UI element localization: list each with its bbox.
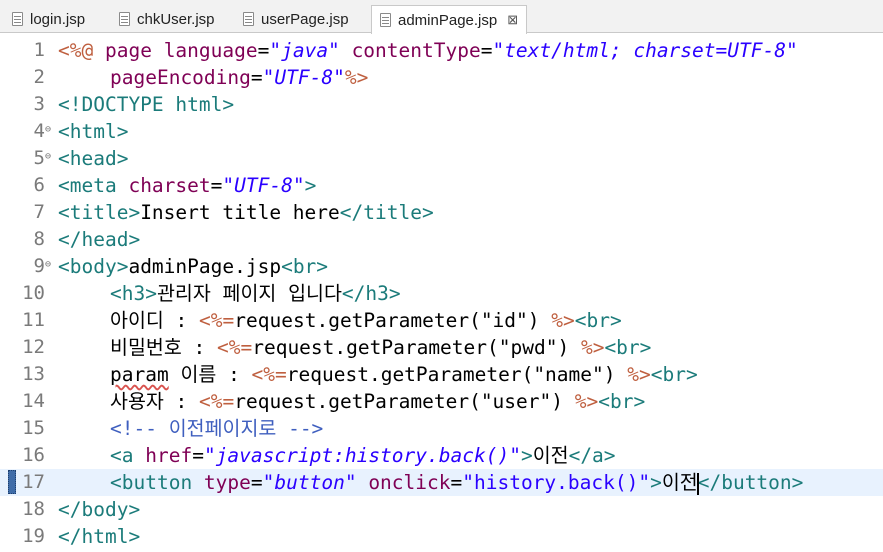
code-line: 12 비밀번호 : <%=request.getParameter("pwd")… — [0, 334, 883, 361]
code-text: <html> — [58, 120, 129, 143]
tab-label: userPage.jsp — [261, 10, 349, 28]
code-line: 2 pageEncoding="UTF-8"%> — [0, 64, 883, 91]
code-line: 6 <meta charset="UTF-8"> — [0, 172, 883, 199]
code-editor[interactable]: 1 <%@ page language="java" contentType="… — [0, 34, 883, 552]
fold-collapse-icon[interactable]: ⊖ — [45, 260, 51, 270]
code-line: 8 </head> — [0, 226, 883, 253]
line-number: 6 — [33, 174, 45, 196]
jsp-file-icon — [119, 12, 130, 26]
spelling-warning: param — [110, 363, 169, 386]
code-text: pageEncoding="UTF-8"%> — [110, 66, 369, 89]
code-line: 14 사용자 : <%=request.getParameter("user")… — [0, 388, 883, 415]
tab-userpage-jsp[interactable]: userPage.jsp — [243, 6, 349, 32]
code-text: <title>Insert title here</title> — [58, 201, 434, 224]
tab-adminpage-jsp[interactable]: adminPage.jsp ⊠ — [371, 5, 528, 34]
line-number: 16 — [22, 444, 45, 466]
tab-login-jsp[interactable]: login.jsp — [12, 6, 85, 32]
line-number: 5 — [33, 147, 45, 169]
tab-label: login.jsp — [30, 10, 86, 28]
code-text: <%@ page language="java" contentType="te… — [58, 39, 798, 62]
code-text: </body> — [58, 498, 141, 521]
line-number: 9 — [33, 255, 45, 277]
line-number: 7 — [33, 201, 45, 223]
jsp-file-icon — [243, 12, 254, 26]
line-number: 14 — [22, 390, 45, 412]
line-number: 12 — [22, 336, 45, 358]
tab-label: adminPage.jsp — [398, 11, 498, 29]
text-cursor — [696, 473, 699, 495]
code-text: </html> — [58, 525, 141, 548]
line-number: 4 — [33, 120, 45, 142]
code-line: 9 ⊖ <body>adminPage.jsp<br> — [0, 253, 883, 280]
code-text: <head> — [58, 147, 129, 170]
code-text: <meta charset="UTF-8"> — [58, 174, 317, 197]
code-line: 13 param 이름 : <%=request.getParameter("n… — [0, 361, 883, 388]
jsp-file-icon — [380, 13, 391, 27]
line-number: 19 — [22, 525, 45, 547]
code-text: <a href="javascript:history.back()">이전</… — [110, 444, 616, 467]
tab-chkuser-jsp[interactable]: chkUser.jsp — [119, 6, 215, 32]
code-line: 15 <!-- 이전페이지로 --> — [0, 415, 883, 442]
code-text: </head> — [58, 228, 141, 251]
line-number: 15 — [22, 417, 45, 439]
code-line: 7 <title>Insert title here</title> — [0, 199, 883, 226]
jsp-file-icon — [12, 12, 23, 26]
code-comment: <!-- 이전페이지로 --> — [110, 417, 324, 440]
code-text: param 이름 : <%=request.getParameter("name… — [110, 363, 698, 386]
line-number: 3 — [33, 93, 45, 115]
code-text: <!DOCTYPE html> — [58, 93, 235, 116]
code-line: 1 <%@ page language="java" contentType="… — [0, 37, 883, 64]
line-number: 17 — [22, 471, 45, 493]
line-number: 10 — [22, 282, 45, 304]
line-number: 13 — [22, 363, 45, 385]
code-line: 16 <a href="javascript:history.back()">이… — [0, 442, 883, 469]
line-number: 1 — [33, 39, 45, 61]
close-tab-icon[interactable]: ⊠ — [507, 12, 518, 28]
code-line: 5 ⊖ <head> — [0, 145, 883, 172]
code-line: 10 <h3>관리자 페이지 입니다</h3> — [0, 280, 883, 307]
code-text: <body>adminPage.jsp<br> — [58, 255, 329, 278]
fold-collapse-icon[interactable]: ⊖ — [45, 152, 51, 162]
code-text: 사용자 : <%=request.getParameter("user") %>… — [110, 390, 646, 413]
code-text: <h3>관리자 페이지 입니다</h3> — [110, 282, 401, 305]
line-number: 11 — [22, 309, 45, 331]
code-text: <button type="button" onclick="history.b… — [110, 471, 804, 494]
code-line: 11 아이디 : <%=request.getParameter("id") %… — [0, 307, 883, 334]
line-number: 8 — [33, 228, 45, 250]
code-text: 아이디 : <%=request.getParameter("id") %><b… — [110, 309, 622, 332]
editor-tab-bar: login.jsp chkUser.jsp userPage.jsp admin… — [0, 0, 883, 34]
code-line: 4 ⊖ <html> — [0, 118, 883, 145]
code-text: 비밀번호 : <%=request.getParameter("pwd") %>… — [110, 336, 652, 359]
code-line: 3 <!DOCTYPE html> — [0, 91, 883, 118]
fold-collapse-icon[interactable]: ⊖ — [45, 125, 51, 135]
tab-label: chkUser.jsp — [137, 10, 215, 28]
line-number: 18 — [22, 498, 45, 520]
code-line: 18 </body> — [0, 496, 883, 523]
line-number: 2 — [33, 66, 45, 88]
code-line: 19 </html> — [0, 523, 883, 550]
current-code-line: 17 <button type="button" onclick="histor… — [0, 469, 883, 496]
